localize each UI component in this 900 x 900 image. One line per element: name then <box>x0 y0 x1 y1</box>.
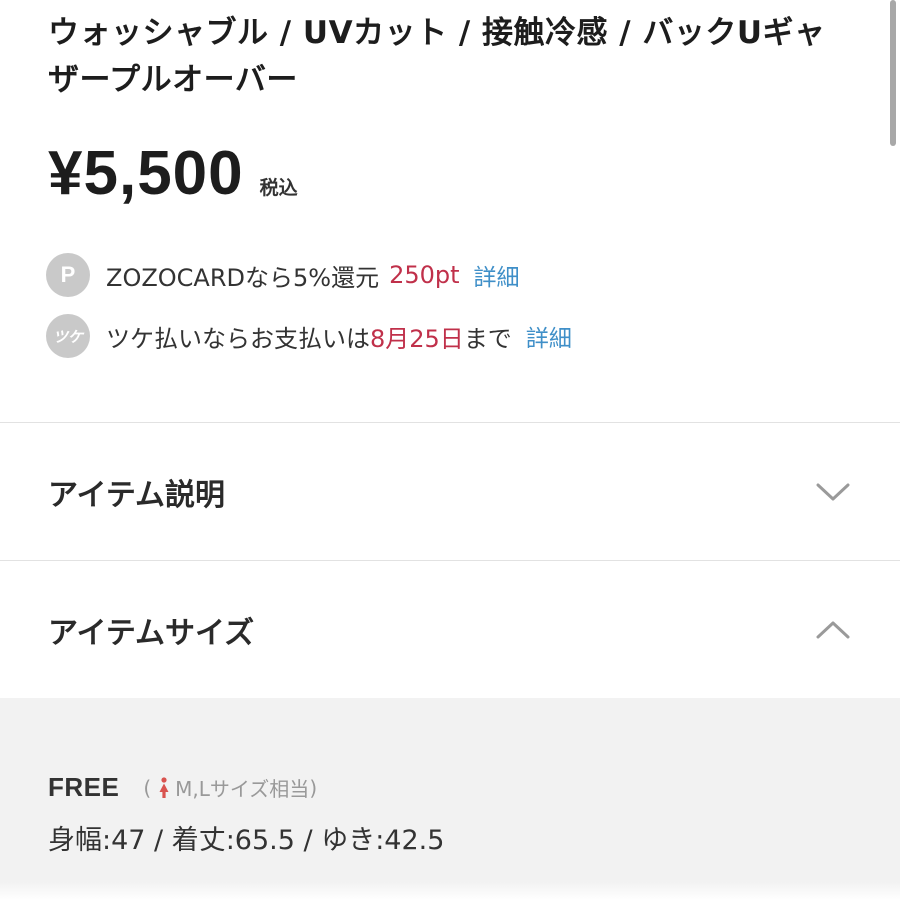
chevron-down-icon <box>810 477 856 507</box>
price-row: ¥5,500 税込 <box>48 138 298 209</box>
tsuke-text-after: まで <box>463 324 512 353</box>
zozocard-detail-link[interactable]: 詳細 <box>474 258 520 292</box>
woman-icon <box>157 776 171 799</box>
tsuke-due-date: 8月25日 <box>370 324 464 353</box>
size-header: FREE ( M,Lサイズ相当 ) <box>48 772 317 803</box>
tsuke-detail-link[interactable]: 詳細 <box>526 319 572 353</box>
item-description-header[interactable]: アイテム説明 <box>0 423 900 560</box>
bottom-shadow <box>0 882 900 900</box>
size-name: FREE <box>48 772 120 802</box>
size-note-open-paren: ( <box>143 775 152 800</box>
size-note: ( M,Lサイズ相当 ) <box>137 773 317 802</box>
zozocard-text: ZOZOCARDなら5%還元 <box>106 263 380 292</box>
size-equivalent: M,Lサイズ相当 <box>175 777 310 801</box>
zozocard-info-row: P ZOZOCARDなら5%還元 250pt 詳細 <box>46 253 520 297</box>
tax-label: 税込 <box>259 177 298 199</box>
tsuke-icon: ツケ <box>46 314 90 358</box>
size-measurements: 身幅:47 / 着丈:65.5 / ゆき:42.5 <box>48 825 445 856</box>
product-title: ウォッシャブル / UVカット / 接触冷感 / バックUギャザープルオーバー <box>48 15 826 98</box>
price: ¥5,500 <box>48 139 244 208</box>
item-size-title: アイテムサイズ <box>48 615 255 651</box>
scrollbar[interactable] <box>890 0 896 146</box>
item-description-title: アイテム説明 <box>48 477 225 513</box>
tsuke-text-before: ツケ払いならお支払いは <box>106 324 370 353</box>
points-icon: P <box>46 253 90 297</box>
tsuke-info-row: ツケ ツケ払いならお支払いは 8月25日 まで 詳細 <box>46 314 572 358</box>
item-size-header[interactable]: アイテムサイズ <box>0 561 900 698</box>
points-value: 250pt <box>389 261 460 289</box>
size-note-close-paren: ) <box>309 775 318 800</box>
chevron-up-icon <box>810 615 856 645</box>
